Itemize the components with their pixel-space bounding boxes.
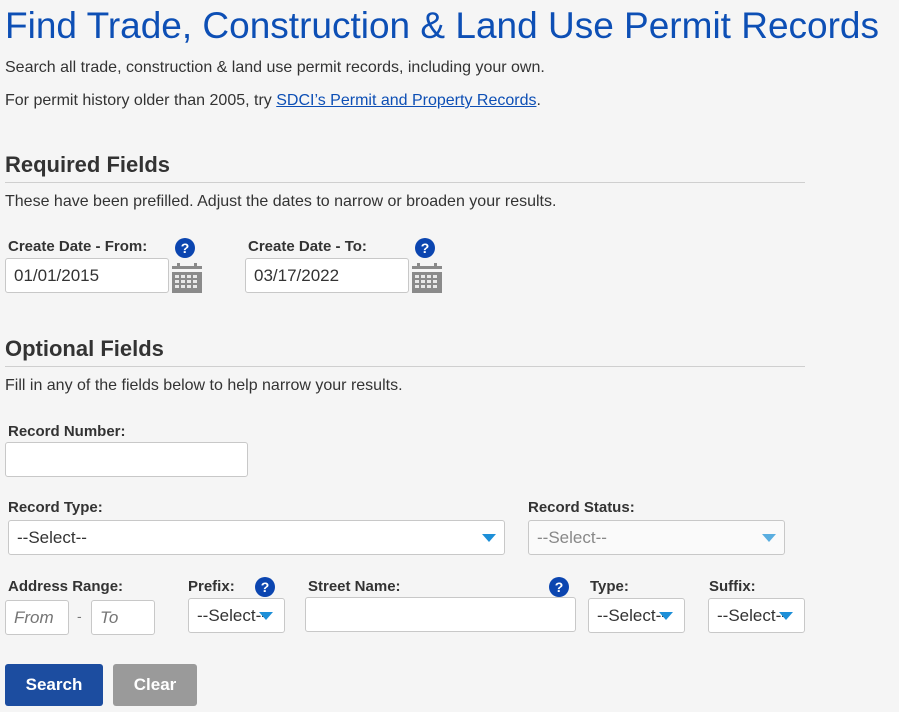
- street-name-input[interactable]: [305, 597, 576, 632]
- calendar-icon[interactable]: [412, 263, 442, 293]
- create-date-to-input[interactable]: 03/17/2022: [245, 258, 409, 293]
- chevron-down-icon: [778, 611, 793, 620]
- street-name-help-icon[interactable]: ?: [549, 577, 569, 597]
- calendar-icon[interactable]: [172, 263, 202, 293]
- chevron-down-icon: [762, 533, 776, 542]
- suffix-selected: --Select--: [717, 605, 787, 625]
- chevron-down-icon: [258, 611, 273, 620]
- suffix-select[interactable]: --Select--: [708, 598, 805, 633]
- address-range-label: Address Range:: [8, 578, 124, 595]
- create-date-to-label: Create Date - To:: [248, 238, 367, 255]
- optional-divider: [5, 366, 805, 367]
- address-range-from-input[interactable]: [5, 600, 69, 635]
- history-text: For permit history older than 2005, try …: [5, 91, 541, 111]
- record-status-selected: --Select--: [537, 527, 607, 547]
- address-range-separator: -: [77, 608, 82, 624]
- search-button[interactable]: Search: [5, 664, 103, 706]
- create-date-from-input[interactable]: 01/01/2015: [5, 258, 169, 293]
- clear-button[interactable]: Clear: [113, 664, 197, 706]
- record-type-select[interactable]: --Select--: [8, 520, 505, 555]
- sdci-records-link[interactable]: SDCI’s Permit and Property Records: [276, 92, 536, 109]
- record-status-select[interactable]: --Select--: [528, 520, 785, 555]
- required-divider: [5, 182, 805, 183]
- optional-fields-heading: Optional Fields: [5, 336, 164, 361]
- suffix-label: Suffix:: [709, 578, 756, 595]
- prefix-label: Prefix:: [188, 578, 235, 595]
- record-status-label: Record Status:: [528, 499, 635, 516]
- prefix-help-icon[interactable]: ?: [255, 577, 275, 597]
- prefix-selected: --Select--: [197, 605, 267, 625]
- create-date-from-help-icon[interactable]: ?: [175, 238, 195, 258]
- create-date-to-help-icon[interactable]: ?: [415, 238, 435, 258]
- required-fields-heading: Required Fields: [5, 152, 171, 177]
- page-title: Find Trade, Construction & Land Use Perm…: [5, 5, 879, 46]
- optional-description: Fill in any of the fields below to help …: [5, 377, 403, 394]
- chevron-down-icon: [482, 533, 496, 542]
- street-type-selected: --Select--: [597, 605, 667, 625]
- street-name-label: Street Name:: [308, 578, 401, 595]
- address-range-to-input[interactable]: [91, 600, 155, 635]
- history-prefix: For permit history older than 2005, try: [5, 92, 277, 109]
- create-date-from-label: Create Date - From:: [8, 238, 148, 255]
- record-number-label: Record Number:: [8, 423, 126, 440]
- street-type-label: Type:: [590, 578, 629, 595]
- record-type-label: Record Type:: [8, 499, 103, 516]
- chevron-down-icon: [658, 611, 673, 620]
- street-type-select[interactable]: --Select--: [588, 598, 685, 633]
- record-type-selected: --Select--: [17, 527, 87, 547]
- intro-text: Search all trade, construction & land us…: [5, 59, 545, 76]
- prefix-select[interactable]: --Select--: [188, 598, 285, 633]
- record-number-input[interactable]: [5, 442, 248, 477]
- required-description: These have been prefilled. Adjust the da…: [5, 193, 557, 210]
- history-suffix: .: [536, 92, 541, 109]
